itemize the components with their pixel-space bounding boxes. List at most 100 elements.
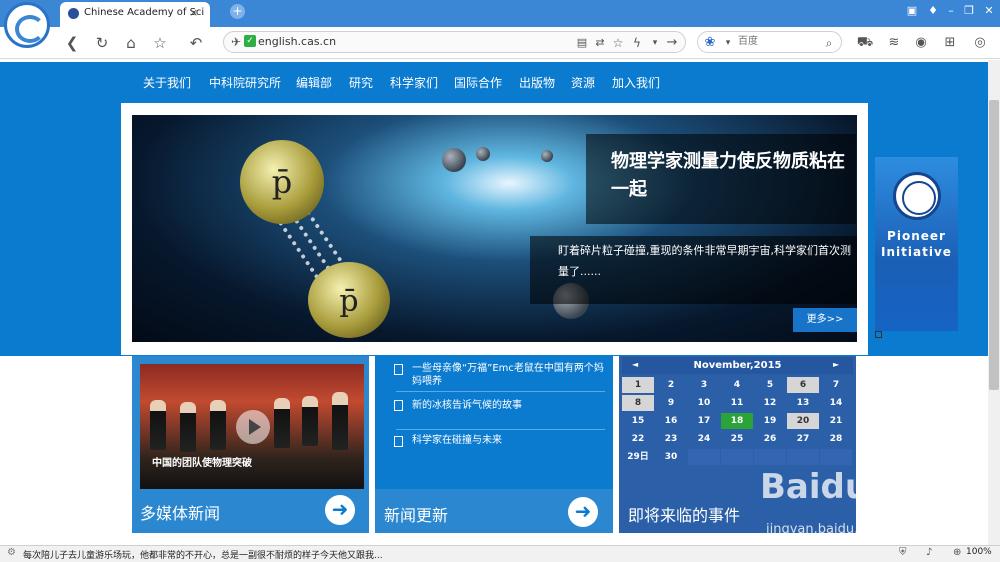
calendar-day[interactable]: 3 [688, 377, 720, 393]
calendar-blank-cell [820, 449, 852, 465]
news-item[interactable]: 新的冰核告诉气候的故事 [412, 399, 608, 412]
calendar-day[interactable]: 23 [655, 431, 687, 447]
calendar-day[interactable]: 18 [721, 413, 753, 429]
news-item[interactable]: 科学家在碰撞与未来 [412, 434, 608, 447]
calendar-month: November,2015 [622, 357, 853, 374]
favorite-star-icon[interactable]: ☆ [150, 33, 170, 53]
maximize-button[interactable]: ❐ [960, 3, 978, 19]
search-input[interactable] [738, 33, 818, 50]
minimize-button[interactable]: – [942, 3, 960, 19]
calendar-day[interactable]: 12 [754, 395, 786, 411]
shield-icon[interactable]: ⛨ [899, 547, 907, 558]
nav-item-join[interactable]: 加入我们 [612, 74, 660, 91]
secure-check-icon: ✓ [244, 35, 256, 47]
document-icon [394, 400, 403, 411]
particle-bubble [442, 148, 466, 172]
lightning-icon[interactable]: ϟ [627, 33, 647, 53]
calendar-day[interactable]: 29日 [622, 449, 654, 465]
new-tab-button[interactable]: + [230, 4, 245, 19]
nav-item-publications[interactable]: 出版物 [519, 74, 555, 91]
nav-item-resources[interactable]: 资源 [571, 74, 595, 91]
calendar-day[interactable]: 2 [655, 377, 687, 393]
bookmark-star-icon[interactable]: ☆ [608, 33, 628, 53]
calendar-prev-button[interactable]: ◄ [632, 360, 638, 369]
apps-grid-icon[interactable]: ⊞ [940, 33, 960, 53]
calendar-day[interactable]: 28 [820, 431, 852, 447]
calendar-day[interactable]: 13 [787, 395, 819, 411]
hero-headline[interactable]: 物理学家测量力使反物质粘在一起 [611, 148, 851, 204]
multimedia-arrow-icon[interactable]: ➜ [325, 495, 355, 525]
url-text[interactable]: english.cas.cn [258, 35, 336, 48]
calendar-day[interactable]: 5 [754, 377, 786, 393]
zoom-level[interactable]: 100% [966, 547, 992, 557]
translate-icon[interactable]: ⇄ [590, 33, 610, 53]
search-engine-chevron-icon[interactable]: ▾ [718, 33, 738, 53]
antiproton-ball: p̄ [240, 140, 324, 224]
baidu-paw-icon[interactable]: ❀ [700, 33, 720, 53]
calendar-day[interactable]: 22 [622, 431, 654, 447]
multimedia-caption[interactable]: 中国的团队使物理突破 [152, 454, 252, 469]
reader-icon[interactable]: ▤ [572, 33, 592, 53]
multimedia-title[interactable]: 多媒体新闻 [140, 500, 220, 524]
shield-user-icon[interactable]: ◉ [911, 33, 931, 53]
calendar-day[interactable]: 21 [820, 413, 852, 429]
calendar-day[interactable]: 30 [655, 449, 687, 465]
zoom-icon[interactable]: ⊕ [953, 547, 961, 558]
nav-item-research[interactable]: 研究 [349, 74, 373, 91]
calendar-blank-cell [688, 449, 720, 465]
calendar-day[interactable]: 19 [754, 413, 786, 429]
window-skin-icon[interactable]: ▣ [903, 3, 921, 19]
calendar-day[interactable]: 16 [655, 413, 687, 429]
calendar-day[interactable]: 8 [622, 395, 654, 411]
calendar-day[interactable]: 1 [622, 377, 654, 393]
calendar-day[interactable]: 24 [688, 431, 720, 447]
wifi-icon[interactable]: ≋ [884, 33, 904, 53]
calendar-day[interactable]: 4 [721, 377, 753, 393]
close-window-button[interactable]: ✕ [980, 3, 998, 19]
nav-item-about[interactable]: 关于我们 [143, 74, 191, 91]
calendar-next-button[interactable]: ► [833, 360, 839, 369]
news-arrow-icon[interactable]: ➜ [568, 497, 598, 527]
document-icon [394, 436, 403, 447]
nav-item-international[interactable]: 国际合作 [454, 74, 502, 91]
calendar-day[interactable]: 27 [787, 431, 819, 447]
news-title[interactable]: 新闻更新 [384, 502, 448, 526]
scrollbar-thumb[interactable] [989, 100, 999, 390]
calendar-day[interactable]: 17 [688, 413, 720, 429]
events-title[interactable]: 即将来临的事件 [628, 502, 740, 526]
calendar-day[interactable]: 15 [622, 413, 654, 429]
nav-item-scientists[interactable]: 科学家们 [390, 74, 438, 91]
calendar-day[interactable]: 9 [655, 395, 687, 411]
home-icon[interactable]: ⌂ [121, 33, 141, 53]
search-icon[interactable]: ⌕ [819, 33, 839, 53]
refresh-icon[interactable]: ↻ [92, 33, 112, 53]
speaker-icon[interactable]: ♪ [926, 547, 932, 558]
more-button[interactable]: 更多>> [793, 308, 857, 332]
calendar-day[interactable]: 11 [721, 395, 753, 411]
calendar-day[interactable]: 25 [721, 431, 753, 447]
calendar-day[interactable]: 14 [820, 395, 852, 411]
nav-item-editorial[interactable]: 编辑部 [296, 74, 332, 91]
play-icon[interactable] [236, 410, 270, 444]
tab-close-button[interactable]: × [189, 6, 198, 19]
undo-icon[interactable]: ↶ [186, 33, 206, 53]
calendar-day[interactable]: 6 [787, 377, 819, 393]
back-icon[interactable]: ❮ [62, 33, 82, 53]
news-item[interactable]: 一些母亲像“万福”Emc老鼠在中国有两个妈妈喂养 [412, 362, 608, 388]
cart-icon[interactable]: ⛟ [855, 33, 875, 53]
menu-icon[interactable]: ◎ [970, 33, 990, 53]
document-icon [394, 364, 403, 375]
tab-active[interactable]: Chinese Academy of Sci [60, 2, 210, 27]
status-news-ticker[interactable]: 每次陪儿子去儿童游乐场玩，他都非常的不开心，总是一副很不耐烦的样子今天他又跟我.… [23, 548, 383, 561]
calendar-day[interactable]: 20 [787, 413, 819, 429]
nav-item-institutes[interactable]: 中科院研究所 [209, 74, 281, 91]
calendar-day[interactable]: 10 [688, 395, 720, 411]
window-shirt-icon[interactable]: ♦ [924, 3, 942, 19]
calendar-day[interactable]: 26 [754, 431, 786, 447]
browser-logo-icon[interactable] [4, 2, 50, 48]
person-figure [302, 396, 318, 446]
gear-icon[interactable]: ⚙ [7, 547, 16, 558]
go-arrow-icon[interactable]: → [662, 33, 682, 53]
calendar-day[interactable]: 7 [820, 377, 852, 393]
person-figure [150, 400, 166, 450]
